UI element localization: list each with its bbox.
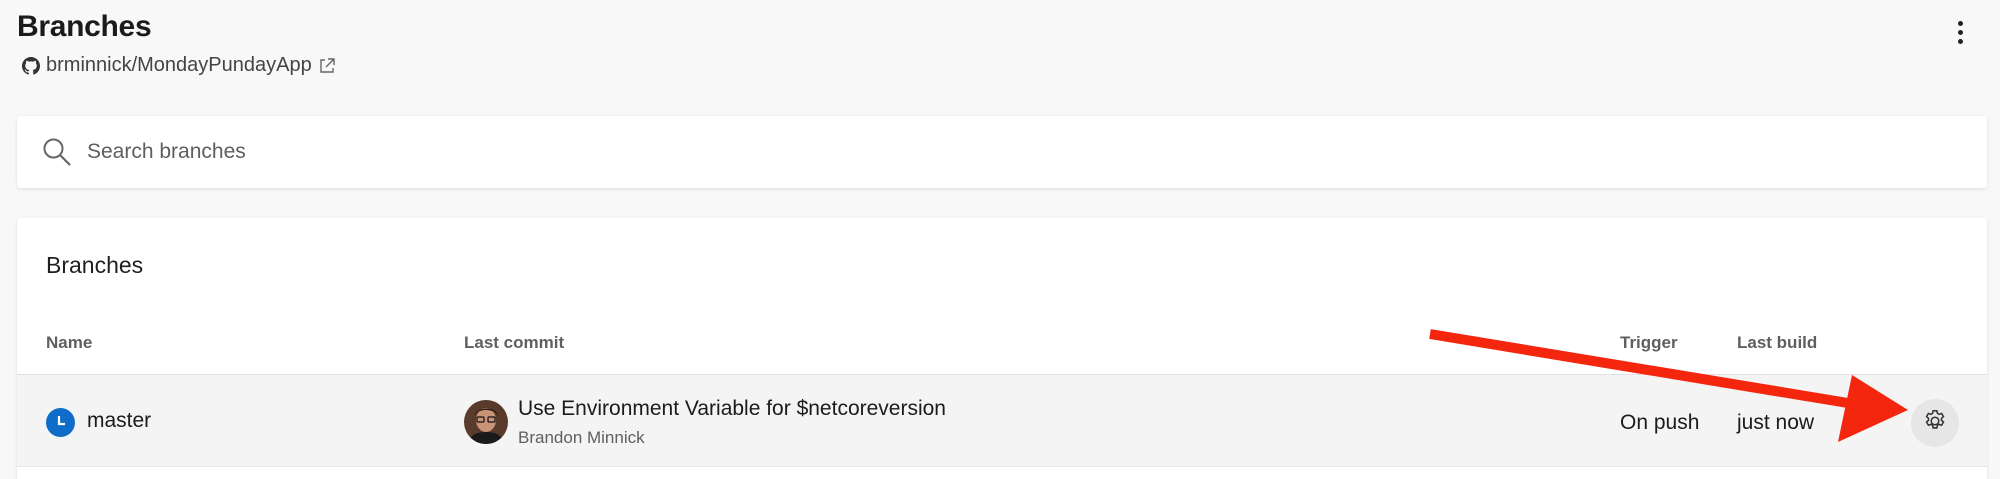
- commit-message[interactable]: Use Environment Variable for $netcorever…: [518, 397, 946, 421]
- table-row[interactable]: master Use Environment Variable for $net…: [17, 374, 1987, 467]
- search-input[interactable]: [87, 130, 1967, 174]
- gear-button[interactable]: [1911, 399, 1959, 447]
- trigger-value: On push: [1620, 411, 1700, 434]
- card-title: Branches: [46, 252, 144, 278]
- page-header: Branches: [17, 10, 152, 44]
- branch-name[interactable]: master: [87, 409, 151, 433]
- column-header-last-commit: Last commit: [464, 333, 565, 352]
- github-icon: [22, 56, 40, 75]
- commit-author: Brandon Minnick: [518, 428, 645, 447]
- page-title: Branches: [17, 10, 152, 43]
- branches-card: Branches Name Last commit Trigger Last b…: [17, 218, 1987, 479]
- repo-name: brminnick/MondayPundayApp: [46, 54, 312, 76]
- column-header-trigger: Trigger: [1620, 333, 1678, 352]
- gear-icon: [1922, 408, 1948, 439]
- search-icon: [41, 136, 73, 173]
- avatar: [464, 400, 508, 444]
- clock-icon: [46, 408, 75, 437]
- external-link-icon[interactable]: [318, 57, 336, 75]
- more-options-button[interactable]: [1942, 14, 1978, 50]
- column-header-name: Name: [46, 333, 93, 352]
- more-vertical-icon: [1957, 20, 1963, 26]
- last-build-value[interactable]: just now: [1737, 411, 1814, 435]
- column-header-last-build: Last build: [1737, 333, 1818, 352]
- repo-link[interactable]: brminnick/MondayPundayApp: [22, 54, 336, 77]
- search-bar[interactable]: [17, 116, 1987, 188]
